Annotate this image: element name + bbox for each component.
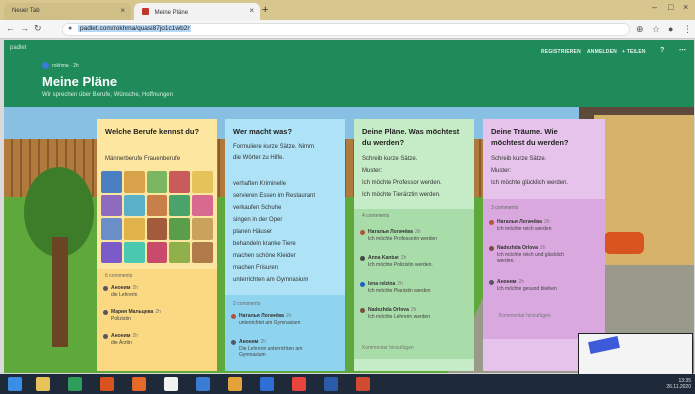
comments-section: 6 comments Аноним 2h die Lehrerin Мария М… bbox=[97, 269, 217, 371]
video-badge bbox=[588, 336, 620, 354]
start-icon[interactable] bbox=[8, 377, 22, 391]
help-icon[interactable]: ? bbox=[660, 47, 664, 54]
avatar bbox=[103, 286, 108, 291]
taskbar: 13:35 26.11.2020 bbox=[0, 374, 695, 394]
avatar bbox=[360, 308, 365, 313]
page-subtitle: Wir sprechen über Berufe, Wünsche, Hoffn… bbox=[42, 92, 173, 98]
comment-count[interactable]: 4 comments bbox=[362, 213, 389, 219]
avatar bbox=[489, 246, 494, 251]
close-icon[interactable]: × bbox=[120, 6, 125, 15]
padlet-favicon-icon bbox=[142, 8, 149, 15]
add-comment-input[interactable]: Kommentar hinzufügen bbox=[362, 345, 414, 351]
minimize-icon[interactable]: – bbox=[652, 2, 657, 12]
page-title: Meine Pläne bbox=[42, 74, 118, 89]
comment-count[interactable]: 6 comments bbox=[105, 273, 132, 279]
avatar bbox=[103, 310, 108, 315]
professions-image[interactable] bbox=[101, 171, 213, 263]
video-overlay[interactable] bbox=[578, 333, 693, 375]
avatar bbox=[231, 314, 236, 319]
comment-count[interactable]: 3 comments bbox=[491, 205, 518, 211]
clock-date: 26.11.2020 bbox=[666, 384, 691, 390]
menu-icon[interactable]: ⋮ bbox=[683, 24, 692, 35]
padlet-logo[interactable]: padlet bbox=[10, 45, 26, 51]
avatar bbox=[42, 62, 49, 69]
comment-count[interactable]: 2 comments bbox=[233, 301, 260, 307]
author-line: rokhma · 2h bbox=[52, 63, 79, 69]
column-title: Wer macht was? bbox=[233, 127, 293, 136]
column-title: Deine Pläne. Was möchtest bbox=[362, 127, 460, 136]
padlet-header: padlet REGISTRIEREN ANMELDEN + TEILEN ? … bbox=[4, 40, 694, 107]
system-tray[interactable]: 13:35 26.11.2020 bbox=[666, 378, 691, 390]
back-icon[interactable]: ← bbox=[6, 23, 15, 33]
avatar bbox=[489, 280, 494, 285]
media-icon[interactable] bbox=[196, 377, 210, 391]
more-icon[interactable]: ⋯ bbox=[679, 46, 686, 54]
padlet-column-wer-macht-was: Wer macht was? Formuliere kurze Sätze. N… bbox=[225, 119, 345, 371]
reload-icon[interactable]: ↻ bbox=[34, 23, 42, 34]
file-explorer-icon[interactable] bbox=[36, 377, 50, 391]
app-icon[interactable] bbox=[228, 377, 242, 391]
star-icon[interactable]: ☆ bbox=[652, 24, 660, 35]
home-icon[interactable] bbox=[164, 377, 178, 391]
column-title: Deine Träume. Wie bbox=[491, 127, 558, 136]
forward-icon[interactable]: → bbox=[20, 23, 29, 33]
extension-icon[interactable]: ⊕ bbox=[636, 24, 644, 35]
padlet-column-berufe: Welche Berufe kennst du? Männerberufe Fr… bbox=[97, 119, 217, 371]
comments-section: 3 comments Наталья Логачёва 2h Ich möchte… bbox=[483, 199, 605, 339]
login-link[interactable]: ANMELDEN bbox=[587, 49, 617, 55]
column-title: Welche Berufe kennst du? bbox=[105, 127, 200, 136]
new-tab-icon[interactable]: + bbox=[262, 4, 268, 16]
profile-icon[interactable]: ● bbox=[668, 24, 673, 34]
tab-label: Neuer Tab bbox=[12, 8, 40, 14]
chrome-icon[interactable] bbox=[292, 377, 306, 391]
tab-meine-plaene[interactable]: Meine Pläne × bbox=[134, 3, 260, 20]
close-icon[interactable]: × bbox=[249, 6, 254, 15]
avatar bbox=[360, 256, 365, 261]
add-comment-input[interactable]: Kommentar hinzufügen bbox=[499, 313, 551, 319]
padlet-column-deine-plaene: Deine Pläne. Was möchtest du werden? Sch… bbox=[354, 119, 474, 371]
lock-icon: ● bbox=[68, 25, 73, 32]
url-text: padlet.com/rokhma/quasi87jo1c1wb2r bbox=[78, 25, 192, 32]
zoom-icon[interactable] bbox=[260, 377, 274, 391]
avatar bbox=[360, 282, 365, 287]
app-icon[interactable] bbox=[68, 377, 82, 391]
url-input[interactable]: ● padlet.com/rokhma/quasi87jo1c1wb2r bbox=[62, 23, 630, 36]
register-link[interactable]: REGISTRIEREN bbox=[541, 49, 581, 55]
browser-tab-bar: Neuer Tab × Meine Pläne × + – □ × bbox=[0, 0, 695, 20]
maximize-icon[interactable]: □ bbox=[668, 2, 673, 12]
window-close-icon[interactable]: × bbox=[683, 2, 688, 12]
word-icon[interactable] bbox=[324, 377, 338, 391]
firefox-icon[interactable] bbox=[132, 377, 146, 391]
comments-section: 4 comments Наталья Логачёва 2h Ich möchte… bbox=[354, 209, 474, 359]
powerpoint-icon[interactable] bbox=[356, 377, 370, 391]
avatar bbox=[231, 340, 236, 345]
comments-section: 2 comments Наталья Логачёва 2h unterricht… bbox=[225, 295, 345, 371]
avatar bbox=[489, 220, 494, 225]
tab-new-tab[interactable]: Neuer Tab × bbox=[4, 3, 131, 20]
avatar bbox=[360, 230, 365, 235]
column-text: Männerberufe Frauenberufe bbox=[105, 156, 181, 162]
share-link[interactable]: + TEILEN bbox=[622, 49, 646, 55]
tab-label: Meine Pläne bbox=[154, 10, 189, 16]
address-bar: ← → ↻ ● padlet.com/rokhma/quasi87jo1c1wb… bbox=[0, 20, 695, 39]
avatar bbox=[103, 334, 108, 339]
office-icon[interactable] bbox=[100, 377, 114, 391]
